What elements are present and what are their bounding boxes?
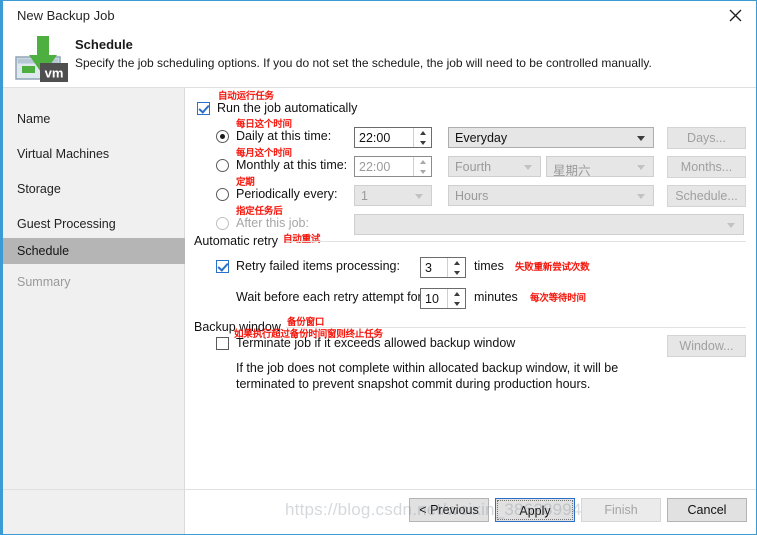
- dialog-window: New Backup Job vm Schedule Specify the j…: [0, 0, 757, 535]
- monthly-week-combo: Fourth: [448, 156, 541, 177]
- wait-before-retry-label: Wait before each retry attempt for:: [236, 290, 426, 304]
- retry-count-unit: times: [474, 259, 504, 273]
- periodically-interval-combo: 1: [354, 185, 432, 206]
- automatic-retry-group-label: Automatic retry: [194, 234, 279, 248]
- annotation-run-automatically: 自动运行任务: [218, 91, 274, 102]
- daily-time-value: 22:00: [359, 131, 391, 145]
- page-header: vm Schedule Specify the job scheduling o…: [3, 31, 756, 87]
- chevron-down-icon: [637, 165, 645, 170]
- spinner-down-icon[interactable]: [448, 268, 465, 277]
- chevron-down-icon: [637, 136, 645, 141]
- wizard-steps-sidebar: Name Virtual Machines Storage Guest Proc…: [3, 88, 185, 534]
- periodically-radio[interactable]: [216, 188, 229, 201]
- monthly-time-spinner: 22:00: [354, 156, 432, 177]
- wait-minutes-stepper[interactable]: [447, 289, 465, 308]
- finish-button: Finish: [581, 498, 661, 522]
- annotation-wait-minutes: 每次等待时间: [530, 293, 586, 304]
- monthly-weekday-value: 星期六: [553, 164, 591, 178]
- after-this-job-combo: [354, 214, 744, 235]
- backup-window-description-line2: terminated to prevent snapshot commit du…: [236, 377, 591, 391]
- annotation-periodically: 定期: [236, 177, 255, 188]
- retry-count-value: 3: [425, 261, 432, 275]
- chevron-down-icon: [637, 194, 645, 199]
- svg-text:vm: vm: [45, 66, 64, 81]
- spinner-up-icon: [414, 157, 431, 166]
- retry-failed-items-label: Retry failed items processing:: [236, 259, 400, 273]
- veeam-vm-backup-icon: vm: [13, 31, 73, 87]
- retry-count-stepper[interactable]: [447, 258, 465, 277]
- annotation-daily: 每日这个时间: [236, 119, 292, 130]
- retry-failed-items-checkbox[interactable]: [216, 260, 229, 273]
- annotation-automatic-retry: 自动重试: [283, 234, 321, 245]
- daily-frequency-combo[interactable]: Everyday: [448, 127, 654, 148]
- chevron-down-icon: [415, 194, 423, 199]
- sidebar-item-storage[interactable]: Storage: [3, 178, 185, 201]
- close-icon[interactable]: [714, 1, 756, 29]
- daily-time-spinner[interactable]: 22:00: [354, 127, 432, 148]
- monthly-label: Monthly at this time:: [236, 158, 348, 172]
- content-panel: 自动运行任务 Run the job automatically 每日这个时间 …: [186, 88, 756, 534]
- daily-frequency-value: Everyday: [455, 131, 508, 145]
- page-title: Schedule: [75, 37, 133, 52]
- daily-label: Daily at this time:: [236, 129, 332, 143]
- sidebar-item-summary: Summary: [17, 275, 71, 289]
- months-button: Months...: [667, 156, 746, 178]
- backup-window-description-line1: If the job does not complete within allo…: [236, 361, 619, 375]
- spinner-up-icon[interactable]: [448, 289, 465, 298]
- wait-minutes-spinner[interactable]: 10: [420, 288, 466, 309]
- run-job-automatically-label: Run the job automatically: [217, 101, 358, 115]
- monthly-week-value: Fourth: [455, 160, 492, 174]
- wait-minutes-unit: minutes: [474, 290, 518, 304]
- spinner-up-icon[interactable]: [448, 258, 465, 267]
- after-this-job-radio: [216, 217, 229, 230]
- chevron-down-icon: [727, 223, 735, 228]
- monthly-radio[interactable]: [216, 159, 229, 172]
- retry-count-spinner[interactable]: 3: [420, 257, 466, 278]
- spinner-down-icon[interactable]: [448, 299, 465, 308]
- days-button[interactable]: Days...: [667, 127, 746, 149]
- spinner-down-icon[interactable]: [414, 138, 431, 147]
- sidebar-item-virtual-machines[interactable]: Virtual Machines: [3, 143, 185, 166]
- periodically-label: Periodically every:: [236, 187, 338, 201]
- periodically-interval-value: 1: [361, 189, 368, 203]
- monthly-time-stepper: [413, 157, 431, 176]
- daily-time-stepper[interactable]: [413, 128, 431, 147]
- after-this-job-label: After this job:: [236, 216, 309, 230]
- cancel-button[interactable]: Cancel: [667, 498, 747, 522]
- title-bar: New Backup Job: [3, 1, 756, 31]
- chevron-down-icon: [524, 165, 532, 170]
- sidebar-item-guest-processing[interactable]: Guest Processing: [3, 213, 185, 236]
- page-description: Specify the job scheduling options. If y…: [75, 56, 652, 70]
- window-button: Window...: [667, 335, 746, 357]
- watermark: https://blog.csdn.net/weixin_38628994: [285, 500, 582, 519]
- annotation-monthly: 每月这个时间: [236, 148, 292, 159]
- periodically-unit-combo: Hours: [448, 185, 654, 206]
- monthly-weekday-combo: 星期六: [546, 156, 654, 178]
- sidebar-item-name[interactable]: Name: [3, 108, 185, 131]
- spinner-up-icon[interactable]: [414, 128, 431, 137]
- daily-radio[interactable]: [216, 130, 229, 143]
- terminate-job-label: Terminate job if it exceeds allowed back…: [236, 336, 516, 350]
- monthly-time-value: 22:00: [359, 160, 391, 174]
- spinner-down-icon: [414, 167, 431, 176]
- wait-minutes-value: 10: [425, 292, 439, 306]
- periodically-unit-value: Hours: [455, 189, 489, 203]
- annotation-after-this-job: 指定任务后: [236, 206, 283, 217]
- sidebar-item-schedule[interactable]: Schedule: [3, 238, 185, 264]
- automatic-retry-divider: [286, 241, 746, 242]
- annotation-retry-count: 失败重新尝试次数: [515, 262, 590, 273]
- schedule-button: Schedule...: [667, 185, 746, 207]
- window-title: New Backup Job: [17, 8, 115, 23]
- footer-divider: [3, 489, 756, 490]
- run-job-automatically-checkbox[interactable]: [197, 102, 210, 115]
- terminate-job-checkbox[interactable]: [216, 337, 229, 350]
